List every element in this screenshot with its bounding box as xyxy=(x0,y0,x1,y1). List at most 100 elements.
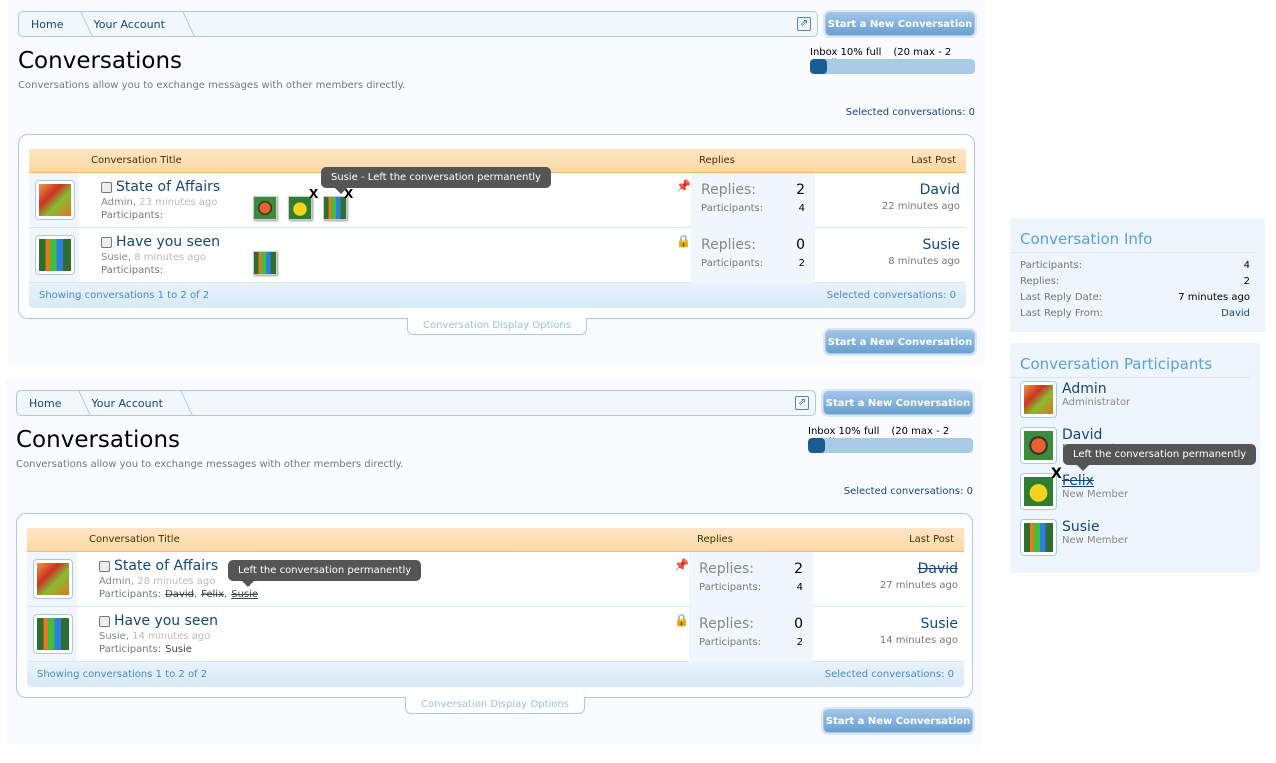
column-conversation-title[interactable]: Conversation Title xyxy=(91,155,182,166)
sep: , xyxy=(224,589,228,600)
replies-label: Replies: xyxy=(701,237,757,253)
conversation-title-link[interactable]: Have you seen xyxy=(114,613,218,629)
participant-icon-david[interactable] xyxy=(253,196,277,220)
start-time: 8 minutes ago xyxy=(134,252,206,263)
info-key: Replies: xyxy=(1020,276,1060,287)
conversation-title-link[interactable]: State of Affairs xyxy=(114,558,218,574)
inbox-progress-fill xyxy=(808,438,825,453)
conversation-list: Conversation Title Replies Last Post State … xyxy=(18,134,975,319)
conversation-title[interactable]: Have you seen xyxy=(101,234,220,250)
start-conversation-button-bottom[interactable]: Start a New Conversation xyxy=(823,709,973,733)
conversation-title[interactable]: State of Affairs xyxy=(101,179,220,195)
showing-count: Showing conversations 1 to 2 of 2 xyxy=(37,669,208,680)
member-role: New Member xyxy=(1062,535,1129,546)
member-text: Susie New Member xyxy=(1062,519,1128,556)
column-last-post[interactable]: Last Post xyxy=(911,155,956,166)
conversation-title[interactable]: State of Affairs xyxy=(99,558,218,574)
author-link[interactable]: Admin xyxy=(99,576,131,587)
column-last-post[interactable]: Last Post xyxy=(909,534,954,545)
author-link[interactable]: Susie xyxy=(99,631,126,642)
breadcrumb-home[interactable]: Home xyxy=(19,12,81,36)
participants-count-label: Participants: xyxy=(699,637,762,648)
conversation-list: Conversation Title Replies Last Post State … xyxy=(16,513,973,698)
showing-count: Showing conversations 1 to 2 of 2 xyxy=(39,290,210,301)
participants-count: 2 xyxy=(796,637,803,648)
footer-selected-conversations[interactable]: Selected conversations: 0 xyxy=(827,290,956,301)
last-post-time: 8 minutes ago xyxy=(888,256,960,267)
participant-name[interactable]: David xyxy=(165,589,194,600)
participants-label: Participants: xyxy=(99,644,162,655)
last-post-user[interactable]: Susie xyxy=(880,616,958,632)
participant-name[interactable]: Susie xyxy=(165,644,192,655)
external-link-icon[interactable]: ⇗ xyxy=(795,396,809,410)
conversation-meta: Admin, 23 minutes ago xyxy=(101,197,217,208)
last-post: Susie 14 minutes ago xyxy=(880,616,958,646)
breadcrumb: Home Your Account ⇗ xyxy=(18,11,818,37)
reply-stats: Replies: 2 Participants: 4 xyxy=(691,173,815,228)
avatar-admin[interactable] xyxy=(35,180,75,220)
footer-selected-conversations[interactable]: Selected conversations: 0 xyxy=(825,669,954,680)
select-checkbox[interactable] xyxy=(99,615,110,627)
last-post-user[interactable]: David xyxy=(882,182,960,198)
participants-count: 4 xyxy=(796,582,803,593)
participants-label: Participants: xyxy=(101,265,164,276)
member-name[interactable]: Felix xyxy=(1062,473,1128,489)
participant-tooltip: Left the conversation permanently xyxy=(1063,444,1257,471)
susie-avatar-image xyxy=(37,618,69,650)
member-name[interactable]: Admin xyxy=(1062,381,1130,397)
start-conversation-button[interactable]: Start a New Conversation xyxy=(825,12,975,36)
david-avatar-image xyxy=(1024,431,1053,460)
member-role: Administrator xyxy=(1062,397,1131,408)
status-icon-lock-icon: 🔒 xyxy=(676,234,691,248)
select-checkbox[interactable] xyxy=(101,181,112,193)
avatar-admin[interactable] xyxy=(1020,381,1057,418)
column-conversation-title[interactable]: Conversation Title xyxy=(89,534,180,545)
avatar-susie[interactable] xyxy=(33,614,73,654)
author-link[interactable]: Susie xyxy=(101,252,128,263)
participant-name[interactable]: Felix xyxy=(201,589,224,600)
member-name[interactable]: David xyxy=(1062,427,1128,443)
info-value[interactable]: David xyxy=(1221,306,1250,322)
breadcrumb-your-account[interactable]: Your Account xyxy=(81,12,182,36)
last-post-user[interactable]: David xyxy=(880,561,958,577)
status-icon-lock-icon: 🔒 xyxy=(674,613,689,627)
info-value: 7 minutes ago xyxy=(1178,292,1250,303)
participant-member: Susie New Member xyxy=(1020,519,1128,556)
select-checkbox[interactable] xyxy=(101,236,112,248)
conversation-title[interactable]: Have you seen xyxy=(99,613,218,629)
display-options-tab[interactable]: Conversation Display Options xyxy=(407,318,587,335)
select-checkbox[interactable] xyxy=(99,560,110,572)
replies-label: Replies: xyxy=(699,616,755,632)
participants-label: Participants: xyxy=(99,589,162,600)
avatar-david[interactable] xyxy=(1020,427,1057,464)
start-time: 28 minutes ago xyxy=(137,576,216,587)
participant-name[interactable]: Susie xyxy=(231,589,258,600)
participants-count-label: Participants: xyxy=(701,258,764,269)
avatar-susie[interactable] xyxy=(35,235,75,275)
start-conversation-button-bottom[interactable]: Start a New Conversation xyxy=(825,330,975,354)
breadcrumb-home[interactable]: Home xyxy=(17,391,79,415)
selected-conversations-count: Selected conversations: 0 xyxy=(843,486,973,497)
conversation-title-link[interactable]: Have you seen xyxy=(116,234,220,250)
participants-title: Conversation Participants xyxy=(1010,343,1250,378)
breadcrumb-your-account[interactable]: Your Account xyxy=(79,391,180,415)
member-name[interactable]: Susie xyxy=(1062,519,1128,535)
list-header: Conversation Title Replies Last Post xyxy=(27,528,964,552)
external-link-icon[interactable]: ⇗ xyxy=(797,17,811,31)
avatar-susie[interactable] xyxy=(1020,519,1057,556)
participants-count: 4 xyxy=(798,203,805,214)
author-link[interactable]: Admin xyxy=(101,197,133,208)
column-replies[interactable]: Replies xyxy=(699,155,735,166)
conversation-row: State of Affairs Admin, 28 minutes ago Par… xyxy=(27,552,964,607)
start-time: 23 minutes ago xyxy=(139,197,218,208)
participant-icon-susie[interactable] xyxy=(253,251,277,275)
conversation-title-link[interactable]: State of Affairs xyxy=(116,179,220,195)
tooltip: Left the conversation permanently xyxy=(228,560,422,587)
last-post-user[interactable]: Susie xyxy=(888,237,960,253)
removed-x-icon: X xyxy=(1051,466,1062,482)
last-post: Susie 8 minutes ago xyxy=(888,237,960,267)
start-conversation-button[interactable]: Start a New Conversation xyxy=(823,391,973,415)
avatar-admin[interactable] xyxy=(33,559,73,599)
display-options-tab[interactable]: Conversation Display Options xyxy=(405,697,585,714)
column-replies[interactable]: Replies xyxy=(697,534,733,545)
